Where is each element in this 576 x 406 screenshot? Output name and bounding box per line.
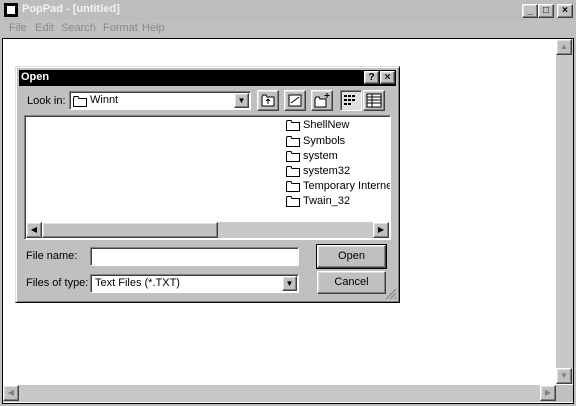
file-list-horizontal-scrollbar[interactable]: ◀ ▶ bbox=[26, 222, 389, 238]
size-grip bbox=[556, 385, 573, 402]
new-folder-icon bbox=[314, 93, 330, 108]
file-list-item[interactable]: Temporary Internet Files bbox=[286, 179, 390, 194]
files-of-type-label: Files of type: bbox=[26, 277, 89, 289]
look-in-value: Winnt bbox=[90, 94, 119, 106]
file-name-input[interactable] bbox=[90, 247, 299, 266]
scroll-left-button[interactable]: ◀ bbox=[3, 385, 19, 401]
files-of-type-combo[interactable]: Text Files (*.TXT) ▼ bbox=[90, 274, 299, 293]
up-one-level-button[interactable] bbox=[257, 90, 279, 111]
file-list-scroll-thumb[interactable] bbox=[42, 222, 218, 238]
folder-icon bbox=[286, 120, 300, 131]
folder-icon bbox=[73, 96, 87, 107]
file-list-item-label: ShellNew bbox=[303, 119, 350, 131]
file-name-label: File name: bbox=[26, 250, 78, 262]
file-list-item[interactable]: system bbox=[286, 149, 390, 164]
cancel-button[interactable]: Cancel bbox=[317, 271, 386, 294]
files-of-type-value: Text Files (*.TXT) bbox=[95, 277, 180, 289]
file-list-item-label: system bbox=[303, 150, 338, 162]
vertical-scrollbar[interactable]: ▲ ▼ bbox=[556, 39, 573, 384]
file-list-item-label: Twain_32 bbox=[303, 195, 351, 207]
up-folder-icon bbox=[261, 94, 275, 107]
menu-file[interactable]: File bbox=[9, 22, 27, 34]
resize-grip-icon[interactable] bbox=[385, 288, 397, 300]
file-list-item[interactable]: system32 bbox=[286, 164, 390, 179]
file-list-item[interactable]: ShellNew bbox=[286, 118, 390, 133]
scroll-down-button[interactable]: ▼ bbox=[556, 368, 572, 384]
new-folder-button[interactable] bbox=[311, 90, 333, 111]
menu-search[interactable]: Search bbox=[61, 22, 96, 34]
file-list-item[interactable]: Symbols bbox=[286, 134, 390, 149]
look-in-label: Look in: bbox=[27, 95, 66, 107]
folder-icon bbox=[286, 196, 300, 207]
menu-edit[interactable]: Edit bbox=[35, 22, 54, 34]
folder-icon bbox=[286, 166, 300, 177]
file-list-scroll-left[interactable]: ◀ bbox=[26, 222, 42, 238]
folder-icon bbox=[286, 181, 300, 192]
file-list-item-label: system32 bbox=[303, 165, 351, 177]
menu-format[interactable]: Format bbox=[103, 22, 138, 34]
dialog-title-bar[interactable]: Open ? × bbox=[19, 70, 396, 86]
look-in-combo[interactable]: Winnt ▼ bbox=[69, 91, 251, 110]
help-button[interactable]: ? bbox=[364, 71, 379, 84]
maximize-button[interactable]: □ bbox=[538, 4, 554, 18]
window-title-bar[interactable]: PopPad - [untitled] _ □ × bbox=[0, 0, 576, 20]
notepad-icon[interactable] bbox=[4, 3, 18, 17]
file-list-item-label: Symbols bbox=[303, 135, 346, 147]
desktop-icon bbox=[288, 94, 302, 107]
open-dialog: Open ? × Look in: Winnt ▼ ShellNew Symbo… bbox=[15, 66, 400, 303]
folder-icon bbox=[286, 151, 300, 162]
open-button[interactable]: Open bbox=[316, 244, 387, 269]
desktop-button[interactable] bbox=[284, 90, 306, 111]
list-view-button[interactable] bbox=[340, 90, 362, 111]
menu-bar: File Edit Search Format Help bbox=[0, 20, 576, 38]
list-view-icon bbox=[344, 95, 355, 105]
dialog-title: Open bbox=[21, 71, 50, 83]
file-list-scroll-right[interactable]: ▶ bbox=[373, 222, 389, 238]
look-in-dropdown-arrow[interactable]: ▼ bbox=[234, 93, 249, 108]
horizontal-scrollbar[interactable]: ◀ ▶ bbox=[3, 385, 556, 402]
file-list-item[interactable]: Twain_32 bbox=[286, 194, 390, 209]
menu-help[interactable]: Help bbox=[142, 22, 165, 34]
file-list-item-label: Temporary Internet Files bbox=[303, 180, 390, 192]
minimize-button[interactable]: _ bbox=[522, 4, 538, 18]
scroll-right-button[interactable]: ▶ bbox=[540, 385, 556, 401]
folder-icon bbox=[286, 136, 300, 147]
details-view-icon bbox=[366, 93, 382, 108]
scroll-up-button[interactable]: ▲ bbox=[556, 39, 572, 55]
file-list[interactable]: ConfigCookiesCursorsFontsFormsHelpInfJav… bbox=[24, 115, 391, 240]
files-of-type-dropdown-arrow[interactable]: ▼ bbox=[282, 276, 297, 291]
window-title: PopPad - [untitled] bbox=[22, 3, 120, 15]
details-view-button[interactable] bbox=[363, 90, 385, 111]
close-button[interactable]: × bbox=[557, 4, 573, 18]
dialog-close-button[interactable]: × bbox=[380, 71, 395, 84]
